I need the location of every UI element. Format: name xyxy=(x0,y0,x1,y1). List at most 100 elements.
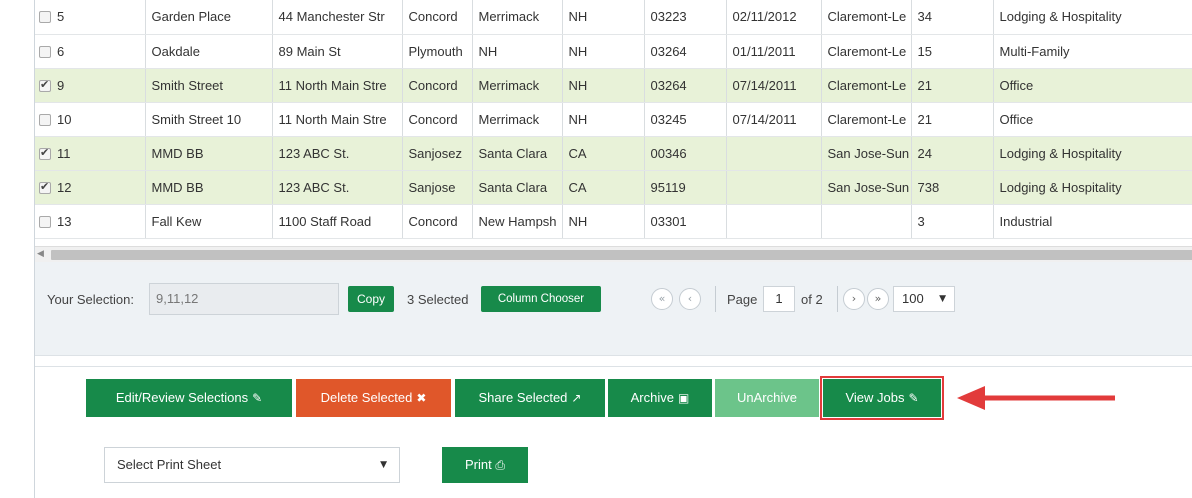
page-number-input[interactable]: 1 xyxy=(763,286,795,312)
edit-review-selections-button[interactable]: Edit/Review Selections ✎ xyxy=(86,379,292,417)
print-button[interactable]: Print ⎙ xyxy=(442,447,528,483)
row-select-cell[interactable]: 11 xyxy=(35,136,146,171)
row-id: 12 xyxy=(57,179,72,195)
table-cell: MMD BB xyxy=(145,170,273,205)
pager-divider xyxy=(837,286,838,312)
table-cell: 03264 xyxy=(644,68,727,103)
edit-review-label: Edit/Review Selections xyxy=(115,390,249,405)
row-checkbox[interactable] xyxy=(39,78,51,92)
selected-count: 3 Selected xyxy=(407,292,469,307)
prev-page-icon[interactable]: ‹ xyxy=(679,288,701,310)
row-checkbox[interactable] xyxy=(39,113,51,126)
row-select-cell[interactable]: 10 xyxy=(35,102,146,137)
row-checkbox[interactable] xyxy=(39,11,51,24)
table-cell: MMD BB xyxy=(145,136,273,171)
table-cell: Smith Street 10 xyxy=(145,102,273,137)
row-checkbox[interactable] xyxy=(39,215,51,228)
row-checkbox[interactable] xyxy=(39,146,51,160)
table-cell: Claremont-Le xyxy=(821,34,912,69)
archive-icon: ▣ xyxy=(678,391,690,405)
row-select-cell[interactable]: 6 xyxy=(35,34,146,69)
table-row[interactable]: 12 MMD BB123 ABC St.SanjoseSanta ClaraCA9… xyxy=(35,170,1192,205)
table-cell: 11 North Main Stre xyxy=(272,68,403,103)
scroll-left-icon[interactable]: ◀ xyxy=(37,249,44,259)
table-cell: New Hampsh xyxy=(472,204,563,239)
row-id: 6 xyxy=(57,43,65,59)
selection-bar: Your Selection: 9,11,12 Copy 3 Selected … xyxy=(35,262,1192,356)
table-cell: NH xyxy=(562,68,645,103)
table-cell: 123 ABC St. xyxy=(272,136,403,171)
delete-selected-label: Delete Selected xyxy=(320,390,413,405)
table-cell: NH xyxy=(562,204,645,239)
table-cell: Concord xyxy=(402,0,473,35)
table-row[interactable]: 11 MMD BB123 ABC St.SanjosezSanta ClaraCA… xyxy=(35,136,1192,171)
annotation-arrow-icon xyxy=(957,386,1115,410)
table-cell: NH xyxy=(562,34,645,69)
table-cell: Plymouth xyxy=(402,34,473,69)
page-label: Page xyxy=(727,292,758,307)
table-cell: 03245 xyxy=(644,102,727,137)
table-cell: 34 xyxy=(911,0,994,35)
table-cell: Merrimack xyxy=(472,68,563,103)
table-cell: Lodging & Hospitality xyxy=(993,170,1192,205)
page-size-select[interactable]: 100 ▼ xyxy=(893,286,955,312)
print-sheet-select[interactable]: Select Print Sheet ▼ xyxy=(104,447,400,483)
table-row[interactable]: 6 Oakdale 89 Main St Plymouth NH NH 03264 01/11… xyxy=(35,34,1192,69)
page-total: of 2 xyxy=(801,292,823,307)
row-select-cell[interactable]: 9 xyxy=(35,68,146,103)
edit-icon: ✎ xyxy=(908,391,919,405)
table-cell: Fall Kew xyxy=(145,204,273,239)
first-page-icon[interactable]: « xyxy=(651,288,673,310)
horizontal-scrollbar[interactable]: ◀ xyxy=(35,246,1192,262)
row-id: 10 xyxy=(57,111,72,127)
properties-panel: 5 Garden Place 44 Manchester Str Concord Mer… xyxy=(34,0,1192,498)
table-cell: Multi-Family xyxy=(993,34,1192,69)
table-cell: 00346 xyxy=(644,136,727,171)
selection-input[interactable]: 9,11,12 xyxy=(149,283,339,315)
unarchive-button[interactable]: UnArchive xyxy=(715,379,819,417)
row-select-cell[interactable]: 5 xyxy=(35,0,146,35)
table-cell: Concord xyxy=(402,68,473,103)
archive-button[interactable]: Archive ▣ xyxy=(608,379,712,417)
row-select-cell[interactable]: 13 xyxy=(35,204,146,239)
copy-button[interactable]: Copy xyxy=(348,286,394,312)
table-cell: Merrimack xyxy=(472,102,563,137)
table-cell: NH xyxy=(472,34,563,69)
scrollbar-thumb[interactable] xyxy=(51,250,1192,260)
last-page-icon[interactable]: » xyxy=(867,288,889,310)
table-cell: 24 xyxy=(911,136,994,171)
table-cell: 01/11/2011 xyxy=(726,34,822,69)
next-page-icon[interactable]: › xyxy=(843,288,865,310)
share-selected-button[interactable]: Share Selected ↗ xyxy=(455,379,605,417)
table-cell: 44 Manchester Str xyxy=(272,0,403,35)
table-cell: 03223 xyxy=(644,0,727,35)
table-cell: 07/14/2011 xyxy=(726,68,822,103)
view-jobs-button[interactable]: View Jobs ✎ xyxy=(820,376,944,420)
table-cell: Office xyxy=(993,68,1192,103)
table-cell: NH xyxy=(562,102,645,137)
actions-panel: Edit/Review Selections ✎ Delete Selected ✖… xyxy=(35,366,1192,498)
row-checkbox[interactable] xyxy=(39,180,51,194)
row-select-cell[interactable]: 12 xyxy=(35,170,146,205)
table-cell: Concord xyxy=(402,102,473,137)
row-id: 13 xyxy=(57,213,72,229)
view-jobs-label: View Jobs xyxy=(845,390,905,405)
page-size-value: 100 xyxy=(902,291,924,306)
print-label: Print xyxy=(465,457,492,472)
table-cell: Santa Clara xyxy=(472,136,563,171)
delete-selected-button[interactable]: Delete Selected ✖ xyxy=(296,379,451,417)
table-row[interactable]: 9 Smith Street11 North Main StreConcordMe… xyxy=(35,68,1192,103)
table-cell: 07/14/2011 xyxy=(726,102,822,137)
table-cell: NH xyxy=(562,0,645,35)
close-icon: ✖ xyxy=(416,391,427,405)
table-cell: Claremont-Le xyxy=(821,68,912,103)
table-cell: Oakdale xyxy=(145,34,273,69)
table-cell: 11 North Main Stre xyxy=(272,102,403,137)
row-checkbox[interactable] xyxy=(39,45,51,58)
table-cell: 95119 xyxy=(644,170,727,205)
column-chooser-button[interactable]: Column Chooser xyxy=(481,286,601,312)
archive-label: Archive xyxy=(630,390,674,405)
table-row[interactable]: 10 Smith Street 10 11 North Main Stre Conco… xyxy=(35,102,1192,137)
table-row[interactable]: 13 Fall Kew 1100 Staff Road Concord New Hamp… xyxy=(35,204,1192,239)
table-row[interactable]: 5 Garden Place 44 Manchester Str Concord Mer… xyxy=(35,0,1192,35)
